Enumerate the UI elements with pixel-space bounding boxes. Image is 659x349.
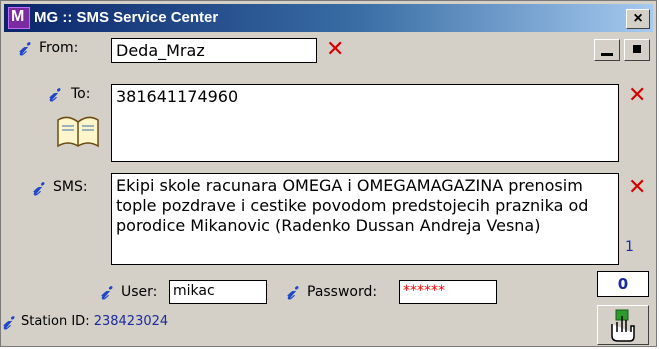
to-field[interactable]: 381641174960 xyxy=(111,84,619,162)
user-field[interactable]: mikac xyxy=(169,280,267,304)
sms-count: 1 xyxy=(625,239,634,255)
user-info-icon: 𝒾 xyxy=(101,279,109,305)
to-info-icon: 𝒾 xyxy=(49,81,57,107)
minimize-button[interactable] xyxy=(594,39,620,61)
title-bar: MG :: SMS Service Center × xyxy=(4,4,653,32)
from-field[interactable]: Deda_Mraz xyxy=(111,38,317,63)
sms-field[interactable]: Ekipi skole racunara OMEGA i OMEGAMAGAZI… xyxy=(111,173,619,265)
sms-clear-icon[interactable]: ✕ xyxy=(628,177,646,199)
close-button[interactable]: × xyxy=(626,9,650,29)
message-counter: 0 xyxy=(597,271,649,297)
sms-label: SMS: xyxy=(53,179,88,195)
app-logo-icon xyxy=(8,7,30,29)
maximize-button[interactable] xyxy=(624,39,650,61)
from-info-icon: 𝒾 xyxy=(19,35,27,61)
address-book-icon[interactable] xyxy=(56,114,100,150)
station-id-row: Station ID: 238423024 xyxy=(21,314,168,329)
from-clear-icon[interactable]: ✕ xyxy=(326,39,344,61)
window-title: MG :: SMS Service Center xyxy=(34,9,219,26)
station-id-value: 238423024 xyxy=(93,314,169,329)
station-info-icon: 𝒾 xyxy=(3,309,11,335)
sms-window: MG :: SMS Service Center × 𝒾 From: Deda_… xyxy=(0,0,657,347)
from-label: From: xyxy=(39,40,79,56)
user-label: User: xyxy=(121,284,158,300)
station-id-label: Station ID: xyxy=(21,314,90,329)
to-clear-icon[interactable]: ✕ xyxy=(628,85,646,107)
password-label: Password: xyxy=(307,284,378,300)
send-button[interactable] xyxy=(597,305,649,345)
send-hand-icon xyxy=(611,309,635,342)
to-label: To: xyxy=(71,86,91,102)
sms-info-icon: 𝒾 xyxy=(33,175,41,201)
password-info-icon: 𝒾 xyxy=(287,279,295,305)
password-field[interactable]: ****** xyxy=(399,280,497,304)
